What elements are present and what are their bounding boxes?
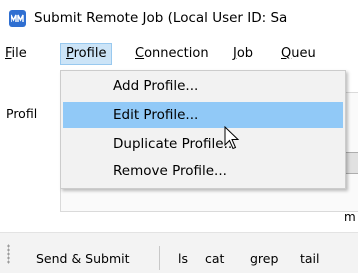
send-submit-button[interactable]: Send & Submit: [36, 251, 130, 266]
menu-connection-rest: onnection: [144, 46, 209, 61]
window-title: Submit Remote Job (Local User ID: Sa: [34, 10, 288, 26]
grep-button[interactable]: grep: [250, 251, 278, 266]
menu-connection-mnemonic: C: [135, 46, 145, 61]
menu-profile-mnemonic: P: [66, 46, 74, 61]
menu-item-edit-profile[interactable]: Edit Profile...: [63, 102, 343, 128]
app-icon: [9, 10, 26, 27]
menu-queue-mnemonic: Q: [281, 46, 292, 61]
toolbar-separator: [159, 246, 160, 270]
menu-file-rest: ile: [11, 46, 27, 61]
profile-label: Profil: [6, 106, 38, 121]
menu-queue[interactable]: Queu: [276, 43, 321, 65]
menu-item-remove-profile[interactable]: Remove Profile...: [63, 158, 343, 184]
menu-item-add-profile[interactable]: Add Profile...: [63, 73, 343, 99]
menu-profile[interactable]: Profile: [60, 43, 113, 65]
toolbar: Send & Submit ls cat grep tail: [0, 232, 358, 273]
ls-button[interactable]: ls: [178, 251, 188, 266]
toolbar-grip[interactable]: [7, 244, 10, 264]
menu-profile-rest: rofile: [73, 46, 107, 61]
menu-job-rest: ob: [236, 46, 254, 61]
menu-file[interactable]: File: [0, 43, 32, 65]
mouse-cursor-icon: [224, 126, 240, 150]
cat-button[interactable]: cat: [205, 251, 224, 266]
menu-bar: File Profile Connection Job Queu: [0, 38, 358, 68]
menu-job[interactable]: Job: [228, 43, 258, 65]
menu-item-duplicate-profile[interactable]: Duplicate Profile...: [63, 131, 343, 157]
tail-button[interactable]: tail: [300, 251, 320, 266]
profile-menu: Add Profile... Edit Profile... Duplicate…: [60, 70, 346, 189]
menu-connection[interactable]: Connection: [130, 43, 214, 65]
partial-text: m: [344, 210, 356, 224]
menu-queue-rest: ueu: [291, 46, 316, 61]
title-bar: Submit Remote Job (Local User ID: Sa: [0, 0, 358, 38]
